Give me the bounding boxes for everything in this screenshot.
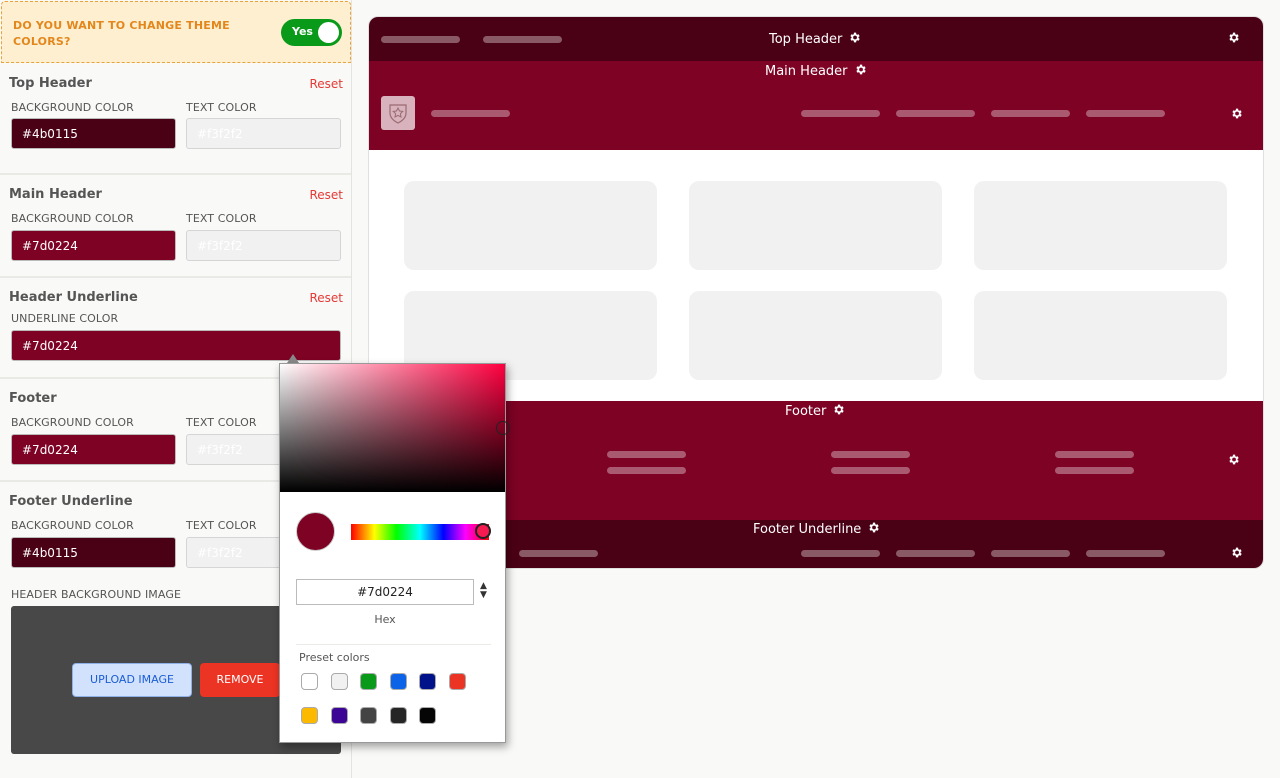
preset-color-swatch[interactable]: [301, 673, 318, 690]
text-color-label: TEXT COLOR: [186, 212, 257, 225]
reset-button[interactable]: Reset: [309, 188, 343, 202]
hex-label: Hex: [374, 613, 396, 626]
bg-color-label: BACKGROUND COLOR: [11, 416, 134, 429]
preview-top-header-title: Top Header: [769, 31, 861, 47]
placeholder-bar: [991, 110, 1070, 117]
preset-color-swatch[interactable]: [419, 673, 436, 690]
bg-color-label: BACKGROUND COLOR: [11, 212, 134, 225]
text-color-label: TEXT COLOR: [186, 416, 257, 429]
preview-label: Main Header: [765, 64, 848, 79]
hue-slider[interactable]: [351, 524, 489, 540]
section-title: Footer Underline: [9, 494, 133, 509]
toggle-knob: [318, 22, 339, 43]
saturation-value-area[interactable]: [280, 364, 505, 492]
reset-button[interactable]: Reset: [309, 77, 343, 91]
gear-icon[interactable]: [1227, 31, 1240, 44]
placeholder-bar: [801, 550, 880, 557]
upload-image-button[interactable]: UPLOAD IMAGE: [72, 663, 192, 697]
placeholder-bar: [991, 550, 1070, 557]
placeholder-bar: [431, 110, 510, 117]
text-color-label: TEXT COLOR: [186, 101, 257, 114]
preset-color-swatch[interactable]: [330, 707, 348, 724]
gear-icon[interactable]: [854, 63, 867, 76]
section-top-header: Top Header Reset BACKGROUND COLOR TEXT C…: [0, 64, 351, 175]
preset-color-swatch[interactable]: [301, 707, 318, 724]
placeholder-bar: [483, 36, 562, 43]
preview-label: Footer: [785, 404, 827, 419]
text-color-label: TEXT COLOR: [186, 519, 257, 532]
preset-color-swatch[interactable]: [360, 707, 377, 724]
footer-underline-bg-field[interactable]: #4b0115: [11, 537, 176, 568]
preview-top-header[interactable]: Top Header: [369, 17, 1263, 61]
gear-icon[interactable]: [848, 31, 861, 44]
theme-change-prompt: DO YOU WANT TO CHANGE THEME COLORS? Yes: [1, 1, 351, 63]
top-header-bg-field[interactable]: #4b0115: [11, 118, 176, 149]
section-title: Footer: [9, 391, 57, 406]
theme-settings-page: DO YOU WANT TO CHANGE THEME COLORS? Yes …: [0, 0, 1280, 778]
section-title: Top Header: [9, 76, 92, 91]
placeholder-card: [974, 291, 1227, 380]
gear-icon[interactable]: [1230, 546, 1243, 559]
underline-color-label: UNDERLINE COLOR: [11, 312, 119, 325]
section-title: Main Header: [9, 187, 102, 202]
preset-color-swatch[interactable]: [389, 707, 407, 724]
placeholder-bar: [607, 451, 686, 458]
preset-colors-label: Preset colors: [299, 651, 370, 664]
format-toggle-icon[interactable]: ▲ ▼: [480, 582, 487, 600]
section-title: Header Underline: [9, 290, 138, 305]
preview-footer-title: Footer: [785, 403, 845, 419]
placeholder-card: [404, 181, 657, 270]
gear-icon[interactable]: [1227, 453, 1240, 466]
remove-image-button[interactable]: REMOVE: [200, 663, 280, 697]
reset-button[interactable]: Reset: [309, 291, 343, 305]
preset-color-swatch[interactable]: [330, 673, 348, 690]
shield-star-logo-icon: [381, 96, 415, 130]
gear-icon[interactable]: [867, 521, 880, 534]
placeholder-bar: [896, 110, 975, 117]
preset-color-swatch[interactable]: [360, 673, 377, 690]
preview-main-header-title: Main Header: [765, 63, 867, 79]
toggle-label: Yes: [292, 25, 313, 38]
preview-label: Footer Underline: [753, 522, 862, 537]
hue-slider-handle[interactable]: [475, 523, 491, 539]
placeholder-card: [689, 291, 942, 380]
placeholder-bar: [519, 550, 598, 557]
gear-icon[interactable]: [832, 403, 845, 416]
preset-color-swatch[interactable]: [419, 707, 436, 724]
header-image-label: HEADER BACKGROUND IMAGE: [11, 588, 181, 601]
theme-change-question: DO YOU WANT TO CHANGE THEME COLORS?: [13, 19, 230, 48]
placeholder-bar: [831, 467, 910, 474]
placeholder-bar: [896, 550, 975, 557]
main-header-bg-field[interactable]: #7d0224: [11, 230, 176, 261]
placeholder-bar: [1055, 451, 1134, 458]
color-picker-popover: #7d0224 ▲ ▼ Hex Preset colors: [279, 363, 510, 743]
section-main-header: Main Header Reset BACKGROUND COLOR TEXT …: [0, 175, 351, 278]
saturation-handle[interactable]: [496, 421, 510, 435]
placeholder-bar: [607, 467, 686, 474]
picker-pointer: [287, 354, 299, 363]
placeholder-bar: [381, 36, 460, 43]
bg-color-label: BACKGROUND COLOR: [11, 101, 134, 114]
placeholder-bar: [1086, 110, 1165, 117]
placeholder-bar: [1086, 550, 1165, 557]
divider: [296, 644, 491, 645]
placeholder-card: [974, 181, 1227, 270]
preview-footer-underline-title: Footer Underline: [753, 521, 880, 537]
placeholder-card: [689, 181, 942, 270]
bg-color-label: BACKGROUND COLOR: [11, 519, 134, 532]
placeholder-bar: [801, 110, 880, 117]
hex-input[interactable]: #7d0224: [296, 579, 474, 605]
current-color-swatch: [296, 512, 335, 551]
footer-bg-field[interactable]: #7d0224: [11, 434, 176, 465]
preview-main-header[interactable]: Main Header: [369, 61, 1263, 150]
top-header-text-field[interactable]: #f3f2f2: [186, 118, 341, 149]
preset-color-swatch[interactable]: [389, 673, 407, 690]
placeholder-bar: [831, 451, 910, 458]
placeholder-bar: [1055, 467, 1134, 474]
preset-color-swatch[interactable]: [448, 673, 466, 690]
theme-change-toggle[interactable]: Yes: [281, 19, 342, 46]
main-header-text-field[interactable]: #f3f2f2: [186, 230, 341, 261]
gear-icon[interactable]: [1230, 107, 1243, 120]
preview-label: Top Header: [769, 32, 843, 47]
